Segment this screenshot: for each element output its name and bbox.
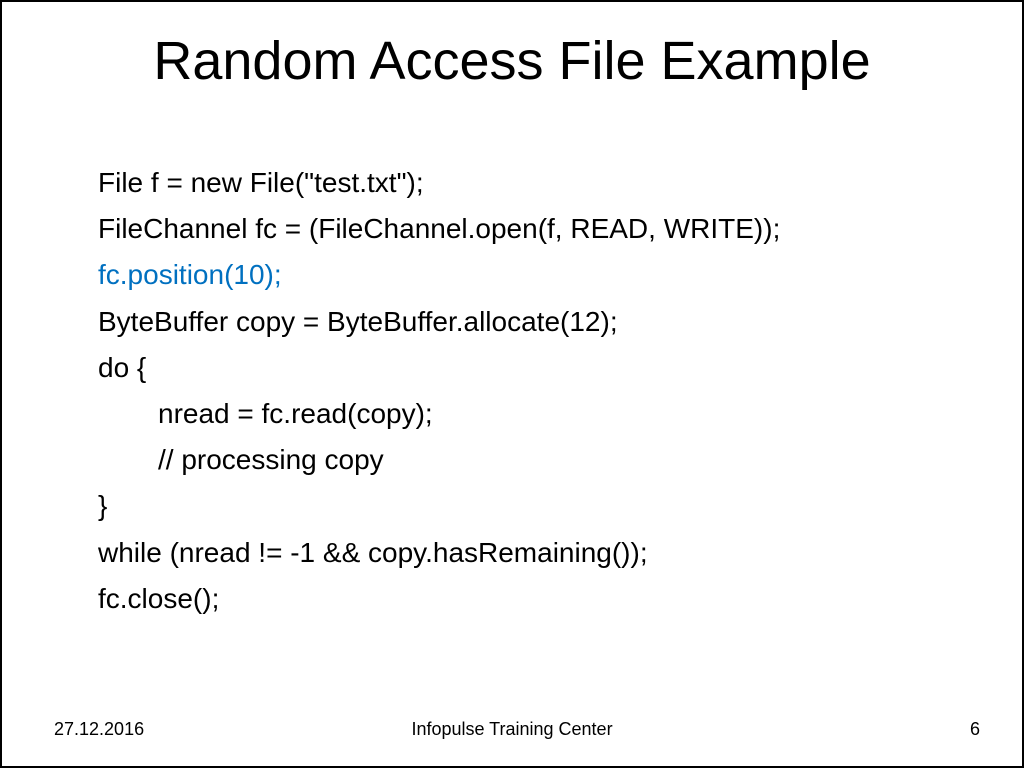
code-line-8: }	[98, 483, 982, 529]
footer-date: 27.12.2016	[54, 719, 144, 740]
code-line-4: ByteBuffer copy = ByteBuffer.allocate(12…	[98, 299, 982, 345]
footer-center-text: Infopulse Training Center	[411, 719, 612, 740]
code-line-9: while (nread != -1 && copy.hasRemaining(…	[98, 530, 982, 576]
code-line-1: File f = new File("test.txt");	[98, 160, 982, 206]
code-line-3-highlighted: fc.position(10);	[98, 252, 982, 298]
code-line-2: FileChannel fc = (FileChannel.open(f, RE…	[98, 206, 982, 252]
slide-container: Random Access File Example File f = new …	[0, 0, 1024, 768]
slide-title: Random Access File Example	[2, 2, 1022, 102]
code-block: File f = new File("test.txt"); FileChann…	[2, 102, 1022, 622]
footer-page-number: 6	[970, 719, 980, 740]
code-line-10: fc.close();	[98, 576, 982, 622]
slide-footer: 27.12.2016 Infopulse Training Center 6	[2, 719, 1022, 740]
code-line-6: nread = fc.read(copy);	[98, 391, 982, 437]
code-line-7: // processing copy	[98, 437, 982, 483]
code-line-5: do {	[98, 345, 982, 391]
